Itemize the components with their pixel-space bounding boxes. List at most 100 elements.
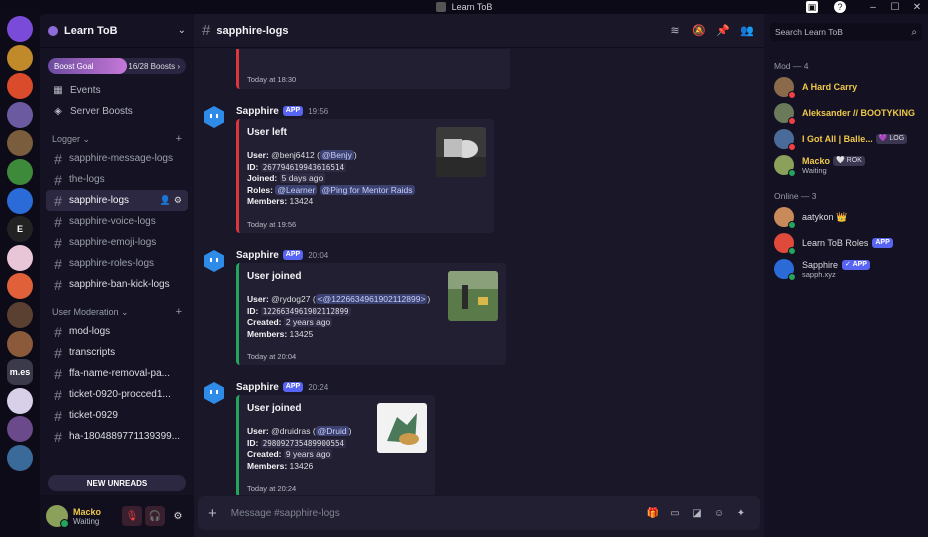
member-list-icon[interactable]: 👥	[738, 22, 756, 40]
user-mention[interactable]: @Benjy	[319, 150, 354, 160]
channel-item[interactable]: # ticket-0920-procced1...	[46, 384, 188, 405]
channel-category[interactable]: Logger ⌄ +	[40, 130, 194, 148]
member-item[interactable]: Sapphire ✓ APP sapph.xyz	[764, 256, 928, 282]
member-item[interactable]: aatykon 👑	[764, 204, 928, 230]
embed-footer: Today at 18:30	[247, 75, 297, 84]
boost-goal-bar[interactable]: Boost Goal 16/28 Boosts ›	[48, 58, 186, 74]
add-channel-icon[interactable]: +	[176, 306, 182, 318]
avatar[interactable]	[46, 505, 69, 528]
server-icon[interactable]	[7, 187, 33, 214]
server-icon[interactable]	[7, 73, 33, 100]
guild-name: Learn ToB	[64, 24, 118, 37]
channel-item[interactable]: # sapphire-logs 👤 ⚙	[46, 190, 188, 211]
message-time: 20:24	[308, 382, 329, 392]
pin-icon[interactable]: 📌	[714, 22, 732, 40]
close-button[interactable]: ✕	[906, 2, 928, 13]
member-group-title: Mod — 4	[774, 61, 809, 71]
server-icon[interactable]	[7, 273, 33, 300]
inbox-icon[interactable]: ▣	[806, 1, 818, 13]
app-badge: APP	[872, 238, 893, 248]
message-time: 19:56	[308, 106, 329, 116]
server-icon[interactable]: E	[7, 216, 33, 243]
invite-icon[interactable]: 👤	[160, 195, 171, 206]
embed: Today at 18:30	[236, 49, 510, 89]
emoji-icon[interactable]: ☺	[710, 504, 728, 522]
member-name: A Hard Carry	[802, 82, 858, 92]
server-icon[interactable]	[7, 44, 33, 71]
role-mention[interactable]: @Learner	[275, 184, 318, 195]
member-item[interactable]: I Got All | Balle... 💜 LOG	[764, 126, 928, 152]
user-mention[interactable]: @Druid	[315, 426, 349, 436]
server-icon[interactable]	[7, 387, 33, 414]
gif-icon[interactable]: ▭	[666, 504, 684, 522]
server-icon[interactable]: m.es	[7, 359, 33, 386]
nav-server-boosts[interactable]: ◈ Server Boosts	[40, 101, 194, 122]
user-thumbnail[interactable]	[448, 271, 498, 321]
channel-item[interactable]: # ticket-0929	[46, 405, 188, 426]
apps-icon[interactable]: ✦	[732, 504, 750, 522]
user-thumbnail[interactable]	[436, 127, 486, 177]
server-icon[interactable]	[7, 302, 33, 328]
message-author[interactable]: Sapphire	[236, 382, 279, 393]
sticker-icon[interactable]: ◪	[688, 504, 706, 522]
server-icon[interactable]	[7, 101, 33, 128]
channel-label: the-logs	[69, 174, 105, 185]
avatar	[774, 259, 796, 281]
message-author[interactable]: Sapphire	[236, 250, 279, 261]
add-channel-icon[interactable]: +	[176, 133, 182, 145]
guild-header[interactable]: Learn ToB ⌄	[40, 14, 194, 48]
channel-item[interactable]: # ffa-name-removal-pa...	[46, 363, 188, 384]
chevron-down-icon: ⌄	[177, 25, 186, 36]
user-thumbnail[interactable]	[377, 403, 427, 453]
channel-category[interactable]: User Moderation ⌄ +	[40, 303, 194, 321]
channel-item[interactable]: # sapphire-ban-kick-logs	[46, 274, 188, 295]
maximize-button[interactable]: ☐	[884, 2, 906, 13]
minimize-button[interactable]: –	[862, 2, 884, 13]
gift-icon[interactable]: 🎁	[644, 504, 662, 522]
status-dot	[788, 247, 796, 255]
member-item[interactable]: Macko 🤍 ROK Waiting	[764, 152, 928, 178]
channel-item[interactable]: # sapphire-roles-logs	[46, 253, 188, 274]
channel-item[interactable]: # sapphire-voice-logs	[46, 211, 188, 232]
mute-mic-icon[interactable]: 🎙	[122, 506, 142, 526]
help-icon[interactable]: ?	[834, 1, 846, 13]
server-rail: Em.es	[0, 14, 40, 537]
threads-icon[interactable]: ≋	[666, 22, 684, 40]
channel-settings-icon[interactable]: ⚙	[174, 195, 182, 206]
nav-events[interactable]: ▦ Events	[40, 80, 194, 101]
channel-item[interactable]: # ha-1804889771139399...	[46, 426, 188, 447]
channel-item[interactable]: # mod-logs	[46, 321, 188, 342]
bot-avatar-icon[interactable]	[202, 105, 226, 129]
channel-label: transcripts	[69, 347, 116, 358]
server-icon[interactable]	[7, 130, 33, 157]
hash-icon: #	[54, 323, 62, 340]
attach-plus-icon[interactable]: +	[208, 505, 217, 522]
server-icon[interactable]	[7, 416, 33, 443]
user-mention[interactable]: <@1226634961902112899>	[315, 294, 428, 304]
settings-gear-icon[interactable]: ⚙	[168, 506, 188, 526]
server-icon[interactable]	[7, 330, 33, 357]
server-icon[interactable]	[7, 16, 33, 42]
message-author[interactable]: Sapphire	[236, 106, 279, 117]
bot-avatar-icon[interactable]	[202, 381, 226, 405]
server-icon[interactable]	[7, 159, 33, 185]
search-input[interactable]	[775, 27, 912, 37]
channel-item[interactable]: # sapphire-message-logs	[46, 148, 188, 169]
new-unreads-pill[interactable]: NEW UNREADS	[48, 475, 186, 491]
server-icon[interactable]	[7, 244, 33, 271]
member-item[interactable]: A Hard Carry	[764, 74, 928, 100]
notifications-muted-icon[interactable]: 🔕	[690, 22, 708, 40]
hash-icon: #	[54, 192, 62, 209]
deafen-icon[interactable]: 🎧	[145, 506, 165, 526]
channel-item[interactable]: # the-logs	[46, 169, 188, 190]
server-icon[interactable]	[7, 445, 33, 471]
channel-header: # sapphire-logs ≋ 🔕 📌 👥	[194, 14, 764, 48]
message-input[interactable]: Message #sapphire-logs	[231, 508, 640, 519]
bot-avatar-icon[interactable]	[202, 249, 226, 273]
role-mention[interactable]: @Ping for Mentor Raids	[319, 184, 415, 195]
status-dot	[788, 143, 796, 151]
channel-item[interactable]: # sapphire-emoji-logs	[46, 232, 188, 253]
member-item[interactable]: Learn ToB Roles APP	[764, 230, 928, 256]
channel-item[interactable]: # transcripts	[46, 342, 188, 363]
member-item[interactable]: Aleksander // BOOTYKING	[764, 100, 928, 126]
